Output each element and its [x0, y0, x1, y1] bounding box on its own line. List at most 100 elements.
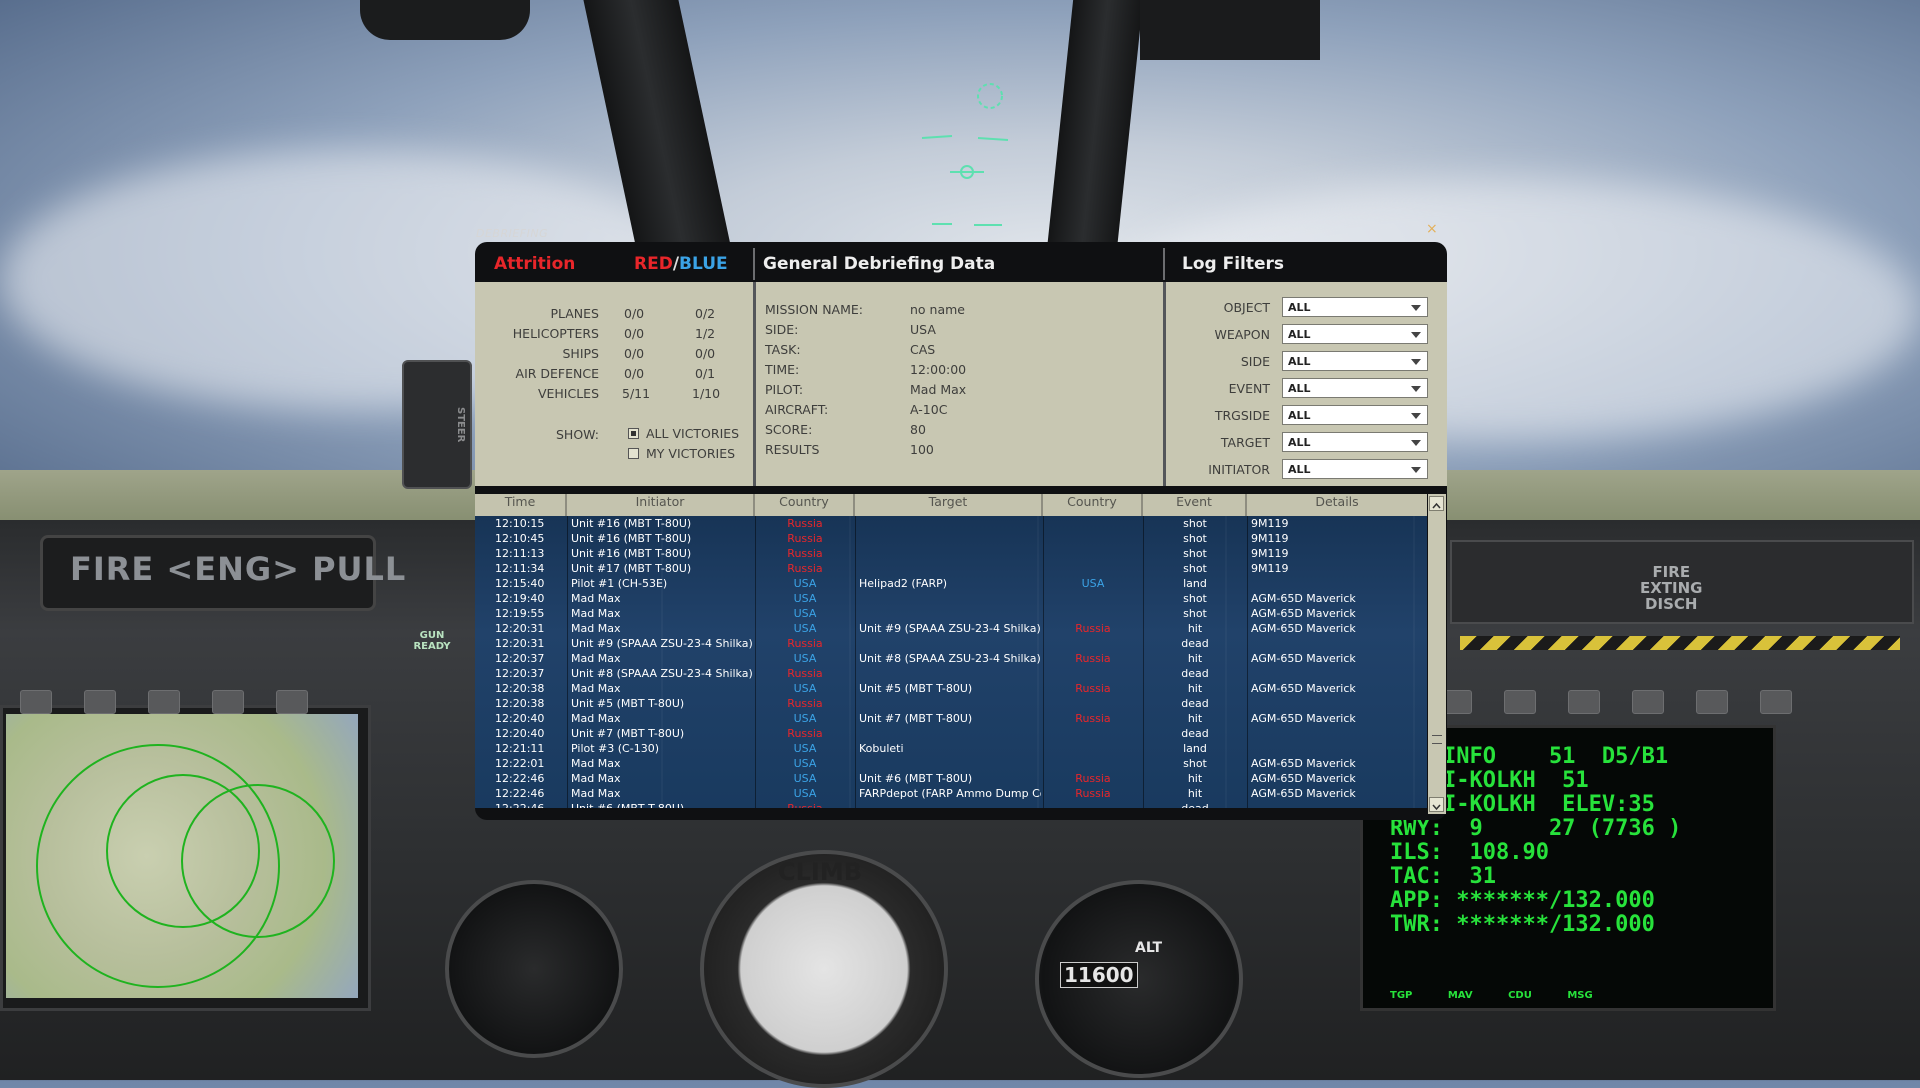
cell-details: 9M119 [1251, 517, 1289, 530]
cell-event: shot [1183, 547, 1207, 560]
chevron-down-icon [1411, 386, 1421, 392]
table-row[interactable]: 12:10:15 Unit #16 (MBT T-80U) Russia shot 9M… [475, 517, 1427, 532]
side-filter-select[interactable]: ALL [1282, 351, 1428, 371]
trgside-filter-select[interactable]: ALL [1282, 405, 1428, 425]
airspeed-gauge [445, 880, 623, 1058]
table-row[interactable]: 12:21:11 Pilot #3 (C-130) USA Kobuleti land [475, 742, 1427, 757]
cell-initiator: Mad Max [571, 607, 621, 620]
all-victories-option[interactable]: ALL VICTORIES [628, 426, 753, 442]
general-label: TIME: [765, 362, 800, 377]
osb-button[interactable] [1760, 690, 1792, 714]
osb-button[interactable] [212, 690, 244, 714]
column-header-country[interactable]: Country [755, 494, 855, 516]
table-row[interactable]: 12:20:40 Unit #7 (MBT T-80U) Russia dead [475, 727, 1427, 742]
scroll-down-button[interactable] [1429, 797, 1444, 812]
tad-map-display[interactable] [6, 714, 358, 998]
attrition-label: SHIPS [562, 346, 600, 361]
red-blue-toggle[interactable]: RED/BLUE [634, 254, 728, 278]
chevron-down-icon [1411, 332, 1421, 338]
scroll-grip[interactable] [1432, 735, 1442, 744]
table-row[interactable]: 12:10:45 Unit #16 (MBT T-80U) Russia shot 9M… [475, 532, 1427, 547]
cell-target: Unit #6 (MBT T-80U) [859, 772, 973, 785]
osb-button[interactable] [1504, 690, 1536, 714]
my-victories-option[interactable]: MY VICTORIES [628, 446, 753, 462]
column-header-time[interactable]: Time [475, 494, 567, 516]
my-victories-checkbox[interactable] [628, 448, 639, 459]
cell-country: USA [793, 787, 817, 800]
target-filter-select[interactable]: ALL [1282, 432, 1428, 452]
chevron-down-icon [1411, 440, 1421, 446]
table-row[interactable]: 12:20:37 Mad Max USA Unit #8 (SPAAA ZSU-23-… [475, 652, 1427, 667]
general-label: AIRCRAFT: [765, 402, 829, 417]
osb-button[interactable] [276, 690, 308, 714]
cell-time: 12:22:46 [495, 802, 565, 808]
cdu-tab-tgp[interactable]: TGP [1390, 990, 1412, 1001]
cdu-tab-msg[interactable]: MSG [1567, 990, 1592, 1001]
table-row[interactable]: 12:22:46 Unit #6 (MBT T-80U) Russia dead [475, 802, 1427, 808]
object-filter-select[interactable]: ALL [1282, 297, 1428, 317]
table-row[interactable]: 12:15:40 Pilot #1 (CH-53E) USA Helipad2 (FA… [475, 577, 1427, 592]
attrition-label: VEHICLES [537, 386, 599, 401]
osb-button[interactable] [20, 690, 52, 714]
cell-event: dead [1181, 727, 1209, 740]
table-row[interactable]: 12:11:34 Unit #17 (MBT T-80U) Russia shot 9M… [475, 562, 1427, 577]
cdu-tab-cdu[interactable]: CDU [1508, 990, 1532, 1001]
table-row[interactable]: 12:22:46 Mad Max USA FARPdepot (FARP Ammo D… [475, 787, 1427, 802]
window-caption: DEBRIEFING [476, 227, 549, 240]
general-value: A-10C [910, 402, 948, 417]
cell-details: AGM-65D Maverick [1251, 787, 1356, 800]
column-header-initiator[interactable]: Initiator [567, 494, 755, 516]
table-row[interactable]: 12:19:40 Mad Max USA shot AGM-65D Maverick [475, 592, 1427, 607]
chevron-down-icon [1411, 305, 1421, 311]
cell-time: 12:22:01 [495, 757, 545, 770]
cdu-line: TWR: *******/132.000 [1390, 912, 1655, 937]
table-row[interactable]: 12:20:31 Unit #9 (SPAAA ZSU-23-4 Shilka) R… [475, 637, 1427, 652]
select-value: ALL [1288, 463, 1311, 476]
fire-exting-disch-button[interactable]: FIRE EXTING DISCH [1640, 564, 1703, 612]
cell-time: 12:19:55 [495, 607, 545, 620]
all-victories-checkbox[interactable] [628, 428, 639, 439]
column-header-event[interactable]: Event [1143, 494, 1247, 516]
log-scrollbar[interactable] [1428, 494, 1446, 814]
cdu-tab-mav[interactable]: MAV [1448, 990, 1473, 1001]
cell-target-country: Russia [1075, 787, 1111, 800]
column-header-target[interactable]: Target [855, 494, 1043, 516]
osb-button[interactable] [1568, 690, 1600, 714]
table-row[interactable]: 12:22:46 Mad Max USA Unit #6 (MBT T-80U) Rus… [475, 772, 1427, 787]
osb-button[interactable] [148, 690, 180, 714]
table-row[interactable]: 12:20:38 Unit #5 (MBT T-80U) Russia dead [475, 697, 1427, 712]
table-row[interactable]: 12:20:40 Mad Max USA Unit #7 (MBT T-80U) Rus… [475, 712, 1427, 727]
event-filter-select[interactable]: ALL [1282, 378, 1428, 398]
table-row[interactable]: 12:20:38 Mad Max USA Unit #5 (MBT T-80U) Rus… [475, 682, 1427, 697]
osb-button[interactable] [1632, 690, 1664, 714]
attrition-label: AIR DEFENCE [515, 366, 599, 381]
fire-label-line: EXTING [1640, 579, 1703, 597]
table-row[interactable]: 12:20:37 Unit #8 (SPAAA ZSU-23-4 Shilka) R… [475, 667, 1427, 682]
weapon-filter-select[interactable]: ALL [1282, 324, 1428, 344]
cdu-line: ILS: 108.90 [1390, 840, 1549, 865]
table-row[interactable]: 12:20:31 Mad Max USA Unit #9 (SPAAA ZSU-23-… [475, 622, 1427, 637]
column-header-details[interactable]: Details [1247, 494, 1427, 516]
table-row[interactable]: 12:11:13 Unit #16 (MBT T-80U) Russia shot 9M… [475, 547, 1427, 562]
attrition-red-value: 0/0 [624, 346, 645, 361]
cell-time: 12:20:40 [495, 727, 545, 740]
cell-event: dead [1181, 637, 1209, 650]
table-row[interactable]: 12:22:01 Mad Max USA shot AGM-65D Maverick [475, 757, 1427, 772]
cell-initiator: Unit #17 (MBT T-80U) [571, 562, 692, 575]
general-label: SIDE: [765, 322, 799, 337]
table-row[interactable]: 12:19:55 Mad Max USA shot AGM-65D Maverick [475, 607, 1427, 622]
steer-switch[interactable]: STEER [402, 360, 472, 489]
cell-target: Helipad2 (FARP) [859, 577, 948, 590]
close-icon[interactable]: × [1426, 221, 1438, 237]
column-header-target-country[interactable]: Country [1043, 494, 1143, 516]
scroll-up-button[interactable] [1429, 496, 1444, 511]
cell-event: shot [1183, 532, 1207, 545]
osb-button[interactable] [1696, 690, 1728, 714]
cell-time: 12:20:38 [495, 697, 545, 710]
cell-time: 12:15:40 [495, 577, 545, 590]
cell-country: Russia [787, 697, 823, 710]
osb-button[interactable] [84, 690, 116, 714]
cell-initiator: Unit #16 (MBT T-80U) [571, 547, 692, 560]
summary-panel: PLANES 0/0 0/2 HELICOPTERS 0/0 1/2 SHIPS… [475, 282, 1447, 486]
initiator-filter-select[interactable]: ALL [1282, 459, 1428, 479]
